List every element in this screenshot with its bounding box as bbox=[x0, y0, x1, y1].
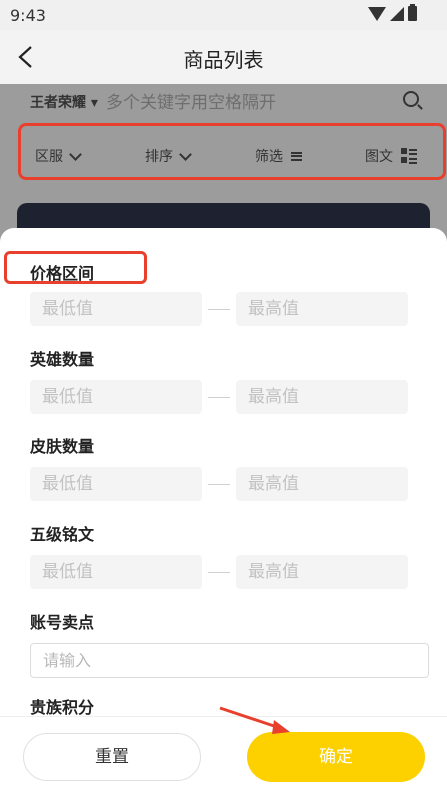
skin-max-input[interactable]: 最高值 bbox=[236, 467, 408, 501]
wifi-icon bbox=[368, 6, 386, 21]
title-bar: 商品列表 bbox=[0, 30, 447, 84]
filter-sort-label: 排序 bbox=[145, 149, 173, 165]
filter-filter-label: 筛选 bbox=[255, 149, 283, 165]
price-max-input[interactable]: 最高值 bbox=[236, 292, 408, 326]
price-min-input[interactable]: 最低值 bbox=[30, 292, 202, 326]
selling-points-label: 账号卖点 bbox=[30, 613, 95, 632]
status-bar: 9:43 bbox=[0, 0, 447, 30]
pointer-arrow-icon bbox=[219, 706, 290, 734]
chevron-down-icon bbox=[69, 147, 82, 161]
search-input[interactable]: 多个关键字用空格隔开 bbox=[106, 88, 276, 113]
game-selector-label: 王者荣耀 bbox=[30, 95, 86, 111]
filter-sort[interactable]: 排序 bbox=[145, 146, 192, 166]
search-icon[interactable] bbox=[403, 91, 419, 107]
list-view-icon bbox=[401, 148, 417, 164]
status-time: 9:43 bbox=[10, 6, 46, 25]
filter-view-label: 图文 bbox=[365, 149, 393, 165]
status-icons bbox=[368, 4, 417, 21]
range-separator bbox=[208, 309, 230, 310]
range-separator bbox=[208, 397, 230, 398]
signal-icon bbox=[390, 6, 404, 21]
inscription-label: 五级铭文 bbox=[30, 525, 95, 544]
skin-count-label: 皮肤数量 bbox=[30, 437, 95, 456]
game-selector[interactable]: 王者荣耀 ▾ bbox=[30, 92, 98, 112]
filter-region[interactable]: 区服 bbox=[35, 146, 82, 166]
chevron-down-icon bbox=[179, 147, 192, 161]
page-title: 商品列表 bbox=[183, 48, 264, 72]
filter-view[interactable]: 图文 bbox=[365, 146, 417, 166]
skin-min-input[interactable]: 最低值 bbox=[30, 467, 202, 501]
confirm-button[interactable]: 确定 bbox=[247, 732, 425, 782]
menu-lines-icon bbox=[291, 151, 302, 161]
hero-min-input[interactable]: 最低值 bbox=[30, 380, 202, 414]
battery-icon bbox=[408, 4, 417, 21]
inscription-max-input[interactable]: 最高值 bbox=[236, 555, 408, 589]
noble-points-label: 贵族积分 bbox=[30, 698, 95, 717]
price-range-label: 价格区间 bbox=[30, 264, 95, 283]
range-separator bbox=[208, 572, 230, 573]
hero-max-input[interactable]: 最高值 bbox=[236, 380, 408, 414]
hero-count-label: 英雄数量 bbox=[30, 350, 95, 369]
filter-filter[interactable]: 筛选 bbox=[255, 146, 302, 166]
range-separator bbox=[208, 484, 230, 485]
selling-points-input[interactable]: 请输入 bbox=[30, 643, 429, 678]
reset-button[interactable]: 重置 bbox=[23, 733, 201, 781]
inscription-min-input[interactable]: 最低值 bbox=[30, 555, 202, 589]
filter-region-label: 区服 bbox=[35, 149, 63, 165]
